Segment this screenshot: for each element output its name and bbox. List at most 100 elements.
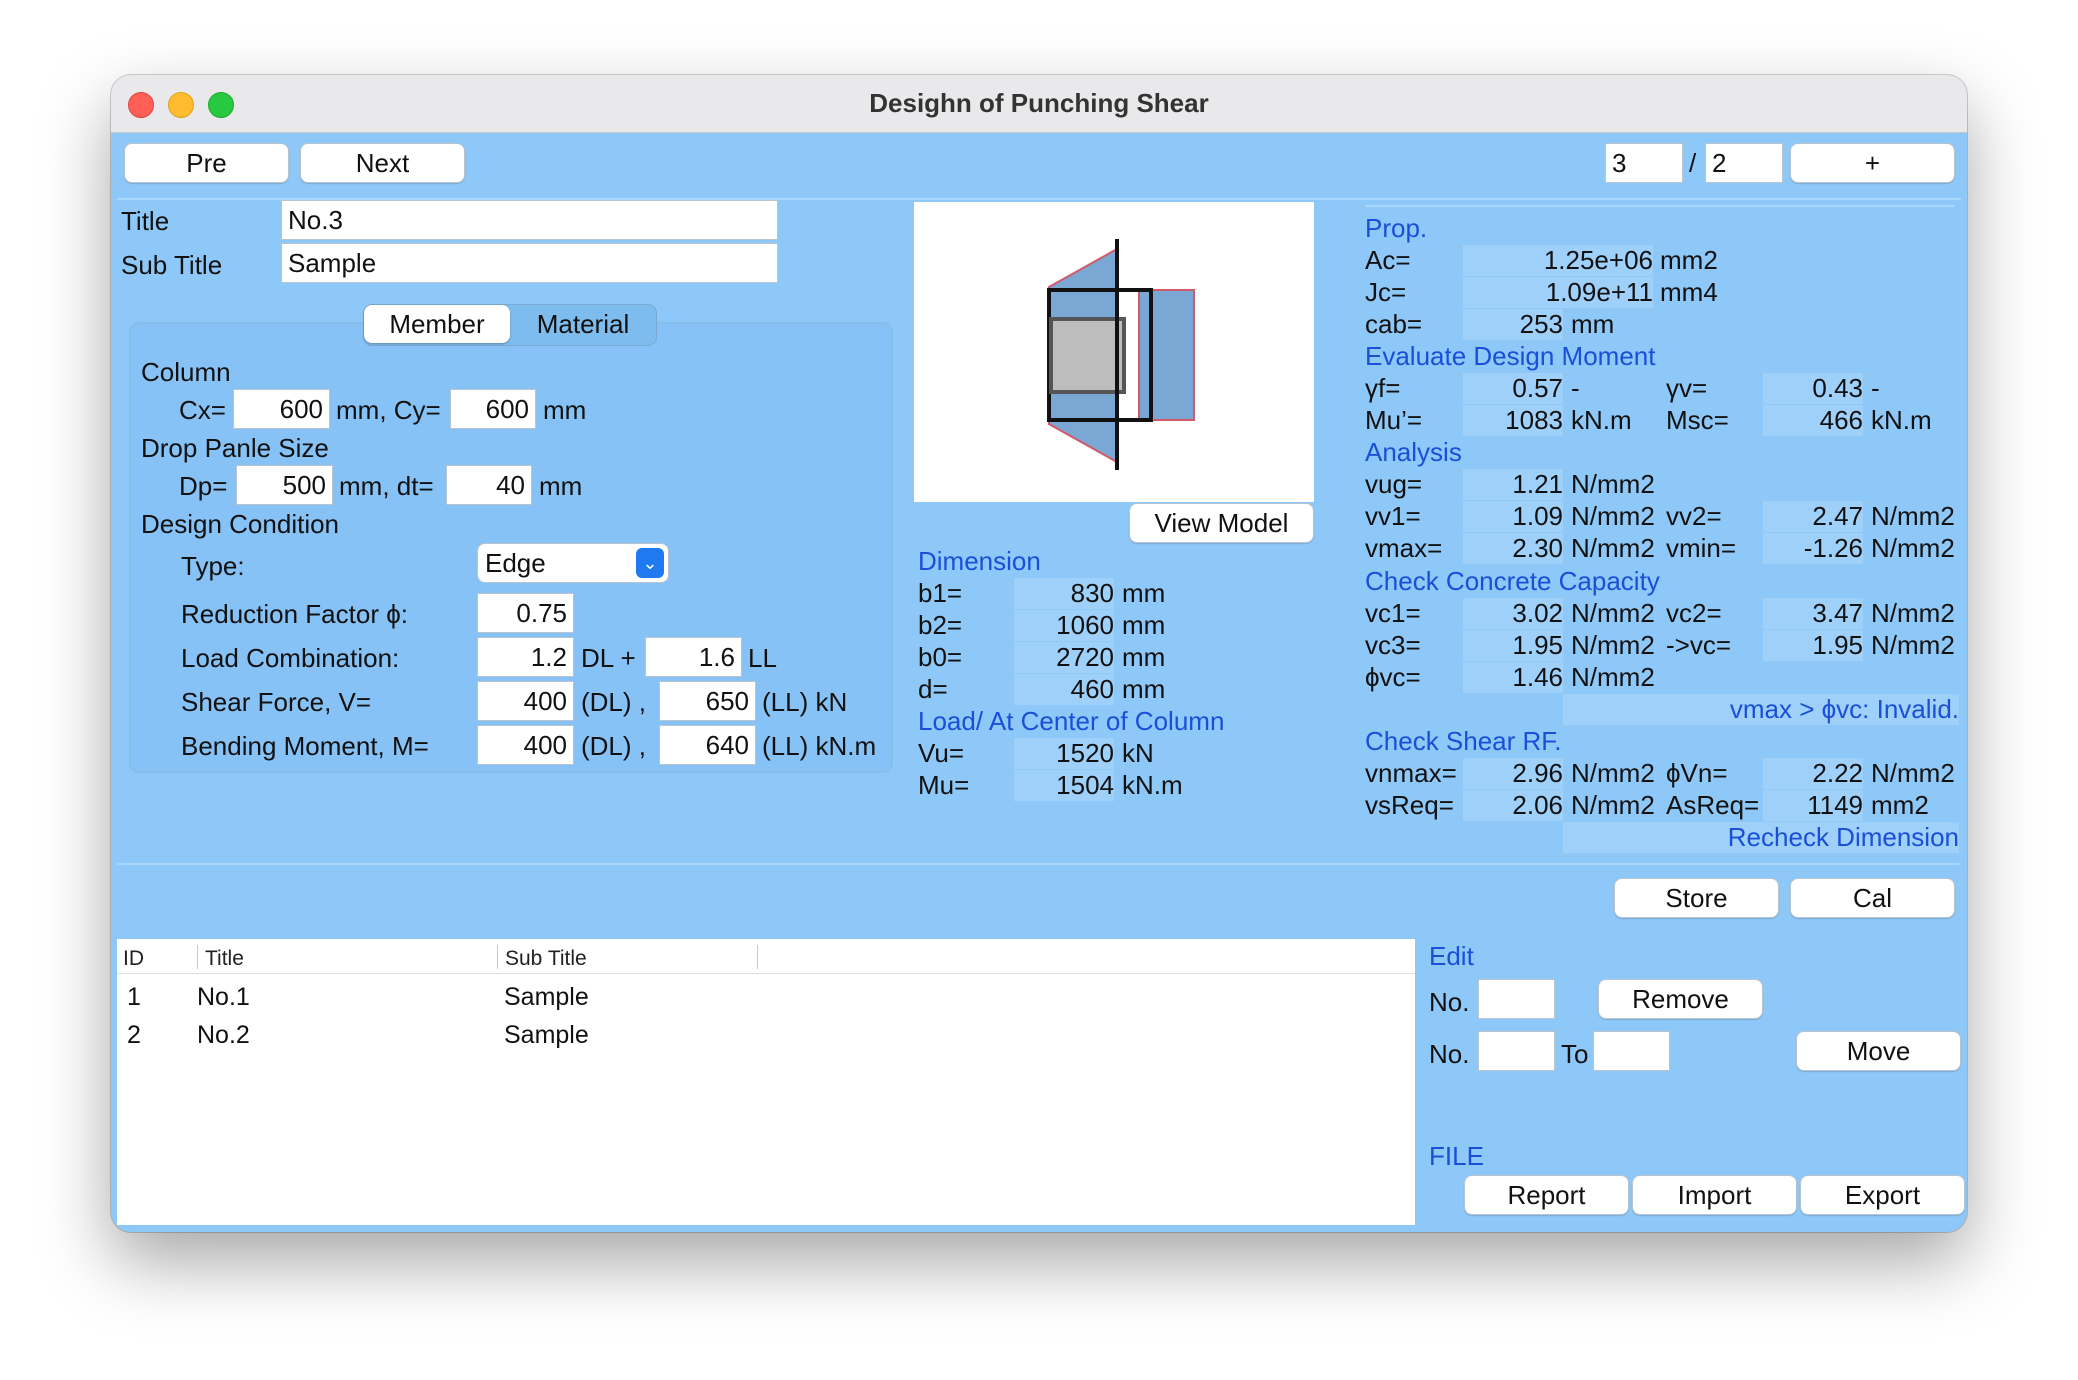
remove-no-label: No. — [1429, 987, 1470, 1017]
vc-value: 1.95 — [1763, 630, 1863, 661]
vc1-unit: N/mm2 — [1571, 598, 1655, 628]
vc-label: ->vc= — [1666, 630, 1732, 660]
pre-button[interactable]: Pre — [124, 143, 289, 183]
cy-input[interactable]: 600 — [450, 389, 536, 429]
vsreq-label: vsReq= — [1365, 790, 1454, 820]
remove-button[interactable]: Remove — [1598, 979, 1763, 1019]
design-condition-heading: Design Condition — [141, 509, 340, 539]
column-header-id[interactable]: ID — [123, 947, 144, 971]
vmin-label: vmin= — [1666, 533, 1737, 563]
vc3-label: vc3= — [1365, 630, 1421, 660]
row-subtitle: Sample — [504, 1021, 589, 1049]
dt-input[interactable]: 40 — [446, 465, 532, 505]
type-label: Type: — [181, 551, 245, 581]
vv1-unit: N/mm2 — [1571, 501, 1655, 531]
subtitle-input[interactable]: Sample — [281, 243, 778, 283]
phi-vn-unit: N/mm2 — [1871, 758, 1955, 788]
load-dl-factor-input[interactable]: 1.2 — [477, 637, 574, 677]
dp-input[interactable]: 500 — [236, 465, 333, 505]
shear-ll-input[interactable]: 650 — [659, 681, 756, 721]
tab-material[interactable]: Material — [511, 305, 655, 343]
moment-ll-input[interactable]: 640 — [659, 725, 756, 765]
column-header-subtitle[interactable]: Sub Title — [505, 947, 587, 971]
model-preview — [914, 202, 1314, 502]
cy-unit-label: mm — [543, 395, 587, 425]
reduction-factor-label: Reduction Factor ϕ: — [181, 599, 408, 629]
vmax-value: 2.30 — [1463, 533, 1563, 564]
d-unit: mm — [1122, 674, 1166, 704]
vsreq-unit: N/mm2 — [1571, 790, 1655, 820]
analysis-heading: Analysis — [1365, 437, 1462, 467]
column-header-title[interactable]: Title — [205, 947, 244, 971]
gamma-f-label: γf= — [1365, 373, 1401, 403]
ac-unit: mm2 — [1660, 245, 1718, 275]
vnmax-unit: N/mm2 — [1571, 758, 1655, 788]
page-total-field[interactable]: 2 — [1705, 143, 1783, 183]
move-to-input[interactable] — [1593, 1031, 1670, 1071]
vug-label: vug= — [1365, 469, 1423, 499]
cx-input[interactable]: 600 — [233, 389, 330, 429]
shear-dl-unit: (DL) , — [581, 687, 646, 717]
export-button[interactable]: Export — [1800, 1175, 1965, 1215]
import-button[interactable]: Import — [1632, 1175, 1797, 1215]
cx-label: Cx= — [179, 395, 226, 425]
b2-unit: mm — [1122, 610, 1166, 640]
shear-dl-input[interactable]: 400 — [477, 681, 574, 721]
msc-value: 466 — [1763, 405, 1863, 436]
shear-force-label: Shear Force, V= — [181, 687, 372, 717]
table-row[interactable]: 2 No.2 Sample — [117, 1015, 1415, 1053]
vu-value: 1520 — [1014, 738, 1114, 769]
load-combination-label: Load Combination: — [181, 643, 400, 673]
moment-dl-input[interactable]: 400 — [477, 725, 574, 765]
report-button[interactable]: Report — [1464, 1175, 1629, 1215]
type-select[interactable]: Edge ⌄ — [477, 543, 669, 583]
remove-no-input[interactable] — [1478, 979, 1555, 1019]
vnmax-label: vnmax= — [1365, 758, 1457, 788]
store-button[interactable]: Store — [1614, 878, 1779, 918]
view-model-button[interactable]: View Model — [1129, 503, 1314, 543]
records-table[interactable]: ID Title Sub Title 1 No.1 Sample 2 No.2 … — [117, 939, 1415, 1225]
window-title: Desighn of Punching Shear — [869, 88, 1209, 118]
cab-label: cab= — [1365, 309, 1423, 339]
b0-value: 2720 — [1014, 642, 1114, 673]
title-bar: Desighn of Punching Shear — [111, 75, 1967, 133]
title-label: Title — [121, 206, 170, 236]
column-divider — [757, 945, 758, 969]
load-ll-unit: LL — [748, 643, 777, 673]
b2-label: b2= — [918, 610, 963, 640]
vv2-unit: N/mm2 — [1871, 501, 1955, 531]
page-current-field[interactable]: 3 — [1605, 143, 1683, 183]
msc-unit: kN.m — [1871, 405, 1932, 435]
column-heading: Column — [141, 357, 231, 387]
cab-unit: mm — [1571, 309, 1615, 339]
mu-label: Mu= — [918, 770, 970, 800]
vmin-value: -1.26 — [1763, 533, 1863, 564]
title-input[interactable]: No.3 — [281, 200, 778, 240]
move-no-label: No. — [1429, 1039, 1470, 1069]
moment-dl-unit: (DL) , — [581, 731, 646, 761]
shear-rf-status-message: Recheck Dimension — [1563, 822, 1959, 853]
next-button[interactable]: Next — [300, 143, 465, 183]
vc3-value: 1.95 — [1463, 630, 1563, 661]
move-from-input[interactable] — [1478, 1031, 1555, 1071]
table-row[interactable]: 1 No.1 Sample — [117, 977, 1415, 1015]
vv2-label: vv2= — [1666, 501, 1722, 531]
ac-value: 1.25e+06 — [1463, 245, 1653, 276]
load-ll-factor-input[interactable]: 1.6 — [645, 637, 742, 677]
separator — [117, 863, 1961, 865]
check-shear-rf-heading: Check Shear RF. — [1365, 726, 1562, 756]
add-button[interactable]: + — [1790, 143, 1955, 183]
vv2-value: 2.47 — [1763, 501, 1863, 532]
cal-button[interactable]: Cal — [1790, 878, 1955, 918]
vc1-value: 3.02 — [1463, 598, 1563, 629]
reduction-factor-input[interactable]: 0.75 — [477, 593, 574, 633]
load-center-heading: Load/ At Center of Column — [918, 706, 1225, 736]
file-heading: FILE — [1429, 1141, 1484, 1171]
drop-panel-heading: Drop Panle Size — [141, 433, 329, 463]
tab-member[interactable]: Member — [364, 305, 510, 343]
vnmax-value: 2.96 — [1463, 758, 1563, 789]
gamma-v-label: γv= — [1666, 373, 1708, 403]
move-button[interactable]: Move — [1796, 1031, 1961, 1071]
jc-label: Jc= — [1365, 277, 1407, 307]
shear-stress-right-shape — [1138, 289, 1195, 421]
